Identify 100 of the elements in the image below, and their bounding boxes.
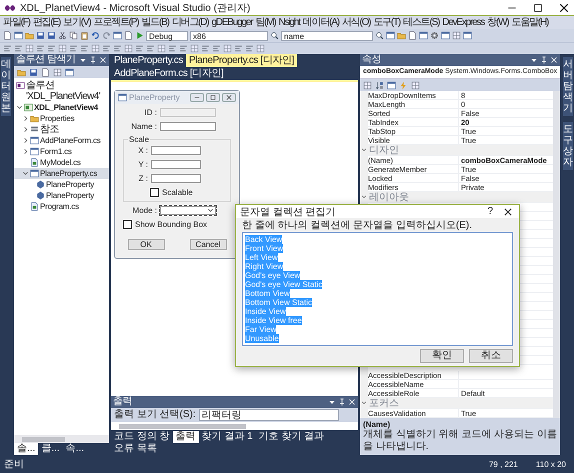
window-icon[interactable] — [419, 31, 428, 40]
align-icon[interactable] — [245, 44, 254, 53]
save-icon[interactable] — [47, 31, 56, 40]
grid-icon[interactable] — [157, 44, 166, 53]
expand-icon[interactable] — [22, 137, 29, 144]
dropdown-icon[interactable] — [530, 56, 538, 64]
tree-item[interactable]: 참조 — [14, 124, 109, 135]
grid-icon[interactable] — [411, 80, 420, 90]
align-icon[interactable] — [47, 44, 56, 53]
menu-item[interactable]: 편집(E) — [32, 16, 62, 29]
window-icon[interactable] — [386, 31, 395, 40]
find-dropdown[interactable]: name — [281, 30, 373, 40]
category-row[interactable]: 레이아웃 — [360, 192, 553, 203]
menu-item[interactable]: 빌드(B) — [140, 16, 171, 29]
collapse-icon[interactable] — [361, 400, 367, 406]
save-icon[interactable] — [36, 31, 45, 40]
menu-item[interactable]: 프로젝트(P) — [92, 16, 140, 29]
document-icon[interactable] — [124, 31, 133, 40]
horizontal-scrollbar[interactable] — [14, 435, 109, 443]
menu-item[interactable]: 팀(M) — [254, 16, 278, 29]
window-icon[interactable] — [441, 31, 450, 40]
panel-tab[interactable]: 코드 정의 창 — [111, 431, 173, 443]
tree-item[interactable]: MyModel.cs — [14, 157, 109, 168]
x-field[interactable] — [151, 146, 201, 155]
menu-item[interactable]: 도움말(H) — [510, 16, 550, 29]
dialog-button[interactable]: 취소 — [469, 349, 513, 363]
panel-tab[interactable]: 클... — [38, 443, 63, 455]
expand-icon[interactable] — [22, 115, 29, 122]
collapse-icon[interactable] — [361, 147, 367, 153]
panel-tab[interactable]: 찾기 결과 1 — [198, 431, 256, 443]
align-icon[interactable] — [36, 44, 45, 53]
align-icon[interactable] — [135, 44, 144, 53]
grid-icon[interactable] — [53, 68, 62, 76]
panel-tab[interactable]: 기호 찾기 결과 — [256, 431, 328, 443]
search-icon[interactable] — [270, 31, 279, 40]
align-icon[interactable] — [234, 44, 243, 53]
align-icon[interactable] — [212, 44, 221, 53]
document-tab[interactable]: AddPlaneForm.cs [디자인] — [111, 67, 226, 80]
tree-item[interactable]: PlaneProperty — [14, 190, 109, 201]
grid-icon[interactable] — [58, 44, 67, 53]
copy-icon[interactable] — [69, 31, 78, 40]
grid-icon[interactable] — [124, 44, 133, 53]
pin-icon[interactable] — [338, 398, 346, 406]
checkbox[interactable] — [150, 188, 159, 197]
align-icon[interactable] — [102, 44, 111, 53]
menu-item[interactable]: 디버그(D) — [170, 16, 210, 29]
checkbox[interactable] — [123, 220, 132, 229]
dropdown-icon[interactable] — [328, 398, 336, 406]
y-field[interactable] — [151, 160, 201, 169]
close-icon[interactable] — [558, 2, 570, 14]
dialog-button[interactable]: 확인 — [420, 349, 464, 363]
categorized-icon[interactable] — [363, 80, 372, 90]
tree-item[interactable]: XDL_PlanetView4 — [14, 102, 109, 113]
menu-item[interactable]: 도구(T) — [372, 16, 402, 29]
document-tab[interactable]: PlaneProperty.cs — [111, 54, 186, 67]
close-icon[interactable] — [503, 206, 513, 216]
menu-item[interactable]: DevExpress — [441, 16, 486, 29]
tree-item[interactable]: Program.cs — [14, 201, 109, 212]
align-icon[interactable] — [179, 44, 188, 53]
tree-item[interactable]: AddPlaneForm.cs — [14, 135, 109, 146]
collapse-icon[interactable] — [361, 194, 367, 200]
pin-icon[interactable] — [89, 56, 98, 64]
help-button[interactable]: ? — [487, 206, 493, 217]
align-icon[interactable] — [80, 44, 89, 53]
pin-icon[interactable] — [540, 56, 548, 64]
expand-icon[interactable] — [22, 148, 29, 155]
configuration-dropdown[interactable]: Debug — [146, 30, 188, 40]
menu-item[interactable]: 보기(V) — [62, 16, 92, 29]
align-icon[interactable] — [14, 44, 23, 53]
window-icon[interactable] — [65, 68, 74, 76]
search-icon[interactable] — [375, 31, 384, 40]
name-field[interactable] — [160, 122, 216, 131]
start-icon[interactable] — [135, 31, 144, 40]
category-row[interactable]: 디자인 — [360, 145, 553, 156]
align-icon[interactable] — [69, 44, 78, 53]
undo-icon[interactable] — [91, 31, 100, 40]
document-tab[interactable]: PlaneProperty.cs [디자인] — [186, 54, 297, 67]
form-window[interactable]: PlaneProperty ID : Name : Scale X : Y : Z : Scalable Mode : Show Bounding Box OK Cancel — [114, 90, 240, 259]
panel-tab[interactable]: 오류 목록 — [111, 443, 160, 455]
window-icon[interactable] — [14, 31, 23, 40]
grid-icon[interactable] — [91, 44, 100, 53]
menu-item[interactable]: 서식(O) — [340, 16, 372, 29]
maximize-icon[interactable] — [532, 2, 544, 14]
form-button[interactable]: OK — [128, 239, 164, 250]
close-icon[interactable] — [222, 93, 236, 102]
gear-icon[interactable] — [430, 31, 439, 40]
menu-item[interactable]: 테스트(S) — [402, 16, 442, 29]
align-icon[interactable] — [113, 44, 122, 53]
tree-item[interactable]: Form1.cs — [14, 146, 109, 157]
menu-item[interactable]: 데이터(A) — [302, 16, 341, 29]
tree-item[interactable]: PlaneProperty — [14, 179, 109, 190]
menu-item[interactable]: Nsight — [278, 16, 302, 29]
tree-item[interactable]: 솔루션 'XDL_PlanetView4' — [14, 80, 109, 102]
z-field[interactable] — [151, 174, 201, 183]
panel-tab[interactable]: 속... — [62, 443, 88, 455]
menu-item[interactable]: 파일(F) — [2, 16, 32, 29]
grid-icon[interactable] — [190, 44, 199, 53]
align-icon[interactable] — [201, 44, 210, 53]
menu-item[interactable]: 창(W) — [486, 16, 510, 29]
expand-icon[interactable] — [22, 126, 29, 133]
